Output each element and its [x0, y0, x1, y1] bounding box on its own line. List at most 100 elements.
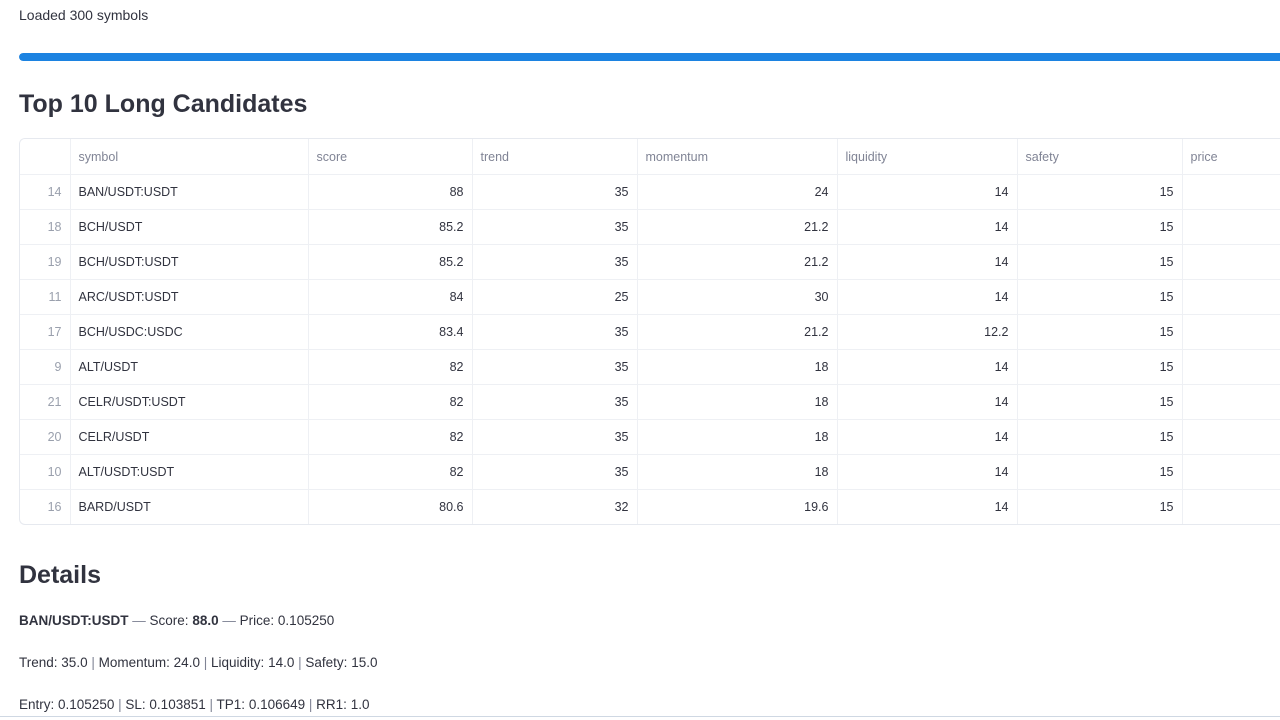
table-row[interactable]: 16 BARD/USDT 80.6 32 19.6 14 15 — [20, 489, 1280, 524]
pipe-separator: | — [91, 655, 95, 670]
cell-safety: 15 — [1017, 454, 1183, 490]
table-row[interactable]: 17 BCH/USDC:USDC 83.4 35 21.2 12.2 15 — [20, 314, 1280, 350]
table-row[interactable]: 11 ARC/USDT:USDT 84 25 30 14 15 — [20, 279, 1280, 315]
table-row[interactable]: 21 CELR/USDT:USDT 82 35 18 14 15 — [20, 384, 1280, 420]
column-header-price[interactable]: price — [1182, 139, 1280, 175]
details-metrics-line: Trend: 35.0 | Momentum: 24.0 | Liquidity… — [19, 655, 377, 670]
top-candidates-title: Top 10 Long Candidates — [19, 90, 308, 118]
cell-symbol: BAN/USDT:USDT — [70, 174, 309, 210]
candidates-table[interactable]: symbol score trend momentum liquidity safety p… — [19, 138, 1280, 525]
cell-idx: 17 — [20, 314, 71, 350]
pipe-separator: | — [209, 697, 214, 712]
cell-momentum: 19.6 — [637, 489, 838, 524]
cell-score: 85.2 — [308, 209, 473, 245]
cell-liquidity: 14 — [837, 279, 1018, 315]
level-value: 0.105250 — [58, 697, 115, 712]
cell-momentum: 18 — [637, 384, 838, 420]
cell-liquidity: 14 — [837, 454, 1018, 490]
level-label: TP1: — [216, 697, 246, 712]
dash-separator: — — [132, 613, 146, 628]
cell-liquidity: 14 — [837, 209, 1018, 245]
column-header-symbol[interactable]: symbol — [70, 139, 309, 175]
cell-symbol: ALT/USDT:USDT — [70, 454, 309, 490]
cell-symbol: CELR/USDT:USDT — [70, 384, 309, 420]
table-row[interactable]: 9 ALT/USDT 82 35 18 14 15 — [20, 349, 1280, 385]
cell-safety: 15 — [1017, 174, 1183, 210]
level-label: SL: — [125, 697, 146, 712]
cell-momentum: 21.2 — [637, 244, 838, 280]
cell-safety: 15 — [1017, 209, 1183, 245]
table-row[interactable]: 20 CELR/USDT 82 35 18 14 15 — [20, 419, 1280, 455]
cell-idx: 14 — [20, 174, 71, 210]
cell-idx: 11 — [20, 279, 71, 315]
column-header-trend[interactable]: trend — [472, 139, 638, 175]
cell-idx: 20 — [20, 419, 71, 455]
dash-separator: — — [222, 613, 236, 628]
metric-value: 14.0 — [268, 655, 295, 670]
pipe-separator: | — [118, 697, 122, 712]
metric-label: Safety: — [305, 655, 348, 670]
progress-bar-fill — [19, 53, 1280, 61]
column-header-safety[interactable]: safety — [1017, 139, 1183, 175]
metric-label: Momentum: — [98, 655, 170, 670]
progress-bar — [19, 53, 1280, 61]
cell-score: 83.4 — [308, 314, 473, 350]
level-value: 0.103851 — [149, 697, 206, 712]
table-row[interactable]: 18 BCH/USDT 85.2 35 21.2 14 15 — [20, 209, 1280, 245]
cell-score: 82 — [308, 419, 473, 455]
table-row[interactable]: 14 BAN/USDT:USDT 88 35 24 14 15 — [20, 174, 1280, 210]
cell-momentum: 21.2 — [637, 209, 838, 245]
cell-symbol: BCH/USDT:USDT — [70, 244, 309, 280]
pipe-separator: | — [203, 655, 208, 670]
cell-safety: 15 — [1017, 244, 1183, 280]
cell-symbol: ARC/USDT:USDT — [70, 279, 309, 315]
details-symbol: BAN/USDT:USDT — [19, 613, 129, 628]
column-header-index[interactable] — [20, 139, 71, 175]
metric-value: 35.0 — [61, 655, 88, 670]
cell-momentum: 18 — [637, 454, 838, 490]
table-body: 14 BAN/USDT:USDT 88 35 24 14 15 18 BCH/USDT 85.2 3… — [20, 174, 1280, 524]
cell-symbol: BARD/USDT — [70, 489, 309, 524]
level-value: 1.0 — [350, 697, 370, 712]
cell-price — [1182, 419, 1280, 455]
cell-safety: 15 — [1017, 384, 1183, 420]
cell-trend: 35 — [472, 209, 638, 245]
cell-liquidity: 12.2 — [837, 314, 1018, 350]
cell-price — [1182, 174, 1280, 210]
details-levels-line: Entry: 0.105250 | SL: 0.103851 | TP1: 0.… — [19, 697, 369, 712]
cell-idx: 9 — [20, 349, 71, 385]
cell-score: 82 — [308, 349, 473, 385]
cell-score: 82 — [308, 384, 473, 420]
cell-momentum: 21.2 — [637, 314, 838, 350]
cell-trend: 35 — [472, 174, 638, 210]
cell-liquidity: 14 — [837, 419, 1018, 455]
column-header-liquidity[interactable]: liquidity — [837, 139, 1018, 175]
cell-price — [1182, 209, 1280, 245]
cell-idx: 10 — [20, 454, 71, 490]
details-price-label: Price: — [239, 613, 275, 628]
column-header-momentum[interactable]: momentum — [637, 139, 838, 175]
cell-price — [1182, 489, 1280, 524]
cell-score: 82 — [308, 454, 473, 490]
cell-trend: 35 — [472, 314, 638, 350]
loaded-status-text: Loaded 300 symbols — [19, 7, 149, 23]
details-price-value: 0.105250 — [277, 613, 335, 628]
cell-liquidity: 14 — [837, 174, 1018, 210]
cell-symbol: CELR/USDT — [70, 419, 309, 455]
table-row[interactable]: 10 ALT/USDT:USDT 82 35 18 14 15 — [20, 454, 1280, 490]
cell-price — [1182, 244, 1280, 280]
cell-idx: 19 — [20, 244, 71, 280]
table-row[interactable]: 19 BCH/USDT:USDT 85.2 35 21.2 14 15 — [20, 244, 1280, 280]
cell-safety: 15 — [1017, 314, 1183, 350]
metric-value: 15.0 — [351, 655, 378, 670]
cell-trend: 35 — [472, 244, 638, 280]
pipe-separator: | — [308, 697, 313, 712]
level-label: RR1: — [316, 697, 347, 712]
cell-liquidity: 14 — [837, 349, 1018, 385]
column-header-score[interactable]: score — [308, 139, 473, 175]
cell-price — [1182, 454, 1280, 490]
metric-value: 24.0 — [173, 655, 200, 670]
table-header-row: symbol score trend momentum liquidity safety p… — [20, 139, 1280, 175]
cell-trend: 35 — [472, 384, 638, 420]
cell-idx: 21 — [20, 384, 71, 420]
